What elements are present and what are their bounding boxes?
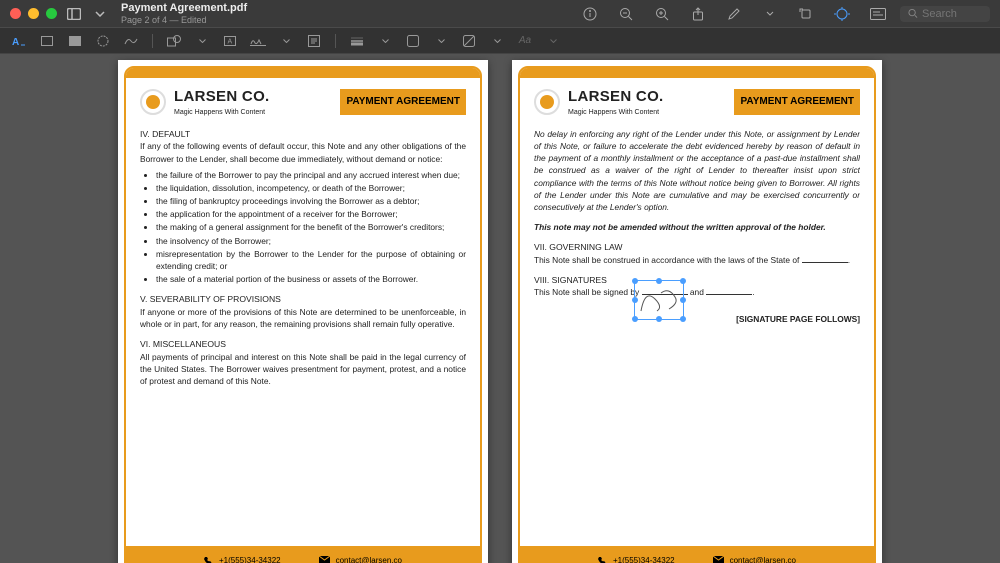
signature-line: This Note shall be signed by and . [534,286,860,298]
annotate-toolbar-icon[interactable] [832,4,852,24]
window-controls [10,8,57,19]
markup-pencil-icon[interactable] [724,4,744,24]
search-box[interactable] [900,6,990,22]
footer-phone: +1(555)34-34322 [598,556,675,563]
company-logo-icon [140,89,166,115]
mail-icon [319,556,330,563]
list-item: the sale of a material portion of the bu… [156,273,466,285]
company-logo-icon [534,89,560,115]
list-item: the liquidation, dissolution, incompeten… [156,182,466,194]
section-heading: VII. GOVERNING LAW [534,241,860,253]
pdf-page-2[interactable]: LARSEN CO. Magic Happens With Content PA… [118,60,488,563]
rotate-icon[interactable] [796,4,816,24]
zoom-in-icon[interactable] [652,4,672,24]
chevron-down-icon[interactable] [277,33,295,49]
blank-field [802,255,848,263]
close-window-button[interactable] [10,8,21,19]
search-input[interactable] [922,8,982,20]
text-tool-icon[interactable]: A [10,33,28,49]
info-icon[interactable] [580,4,600,24]
list-item: the making of a general assignment for t… [156,221,466,233]
rectangle-tool-icon[interactable] [38,33,56,49]
footer-phone: +1(555)34-34322 [204,556,281,563]
phone-icon [598,556,607,563]
chevron-down-icon[interactable] [376,33,394,49]
document-page-status: Page 2 of 4 — Edited [121,15,247,25]
signature-annotation-selected[interactable] [634,280,684,320]
list-item: the insolvency of the Borrower; [156,235,466,247]
list-item: the application for the appointment of a… [156,208,466,220]
body-text: If anyone or more of the provisions of t… [140,306,466,330]
section-heading: IV. DEFAULT [140,128,466,140]
fill-color-icon[interactable] [460,33,478,49]
company-name: LARSEN CO. [174,86,270,108]
search-icon [908,8,918,19]
chevron-down-icon[interactable] [432,33,450,49]
sign-tool-icon[interactable] [249,33,267,49]
zoom-window-button[interactable] [46,8,57,19]
section-heading: VI. MISCELLANEOUS [140,338,466,350]
footer-email: contact@larsen.co [713,556,796,563]
shapes-tool-icon[interactable] [165,33,183,49]
lasso-tool-icon[interactable] [94,33,112,49]
svg-text:A: A [228,38,233,45]
minimize-window-button[interactable] [28,8,39,19]
footer-email: contact@larsen.co [319,556,402,563]
note-tool-icon[interactable] [305,33,323,49]
signature-page-follows: [SIGNATURE PAGE FOLLOWS] [534,313,860,325]
body-text: This Note shall be construed in accordan… [534,254,860,266]
stroke-color-icon[interactable] [404,33,422,49]
document-filename: Payment Agreement.pdf [121,2,247,15]
chevron-down-small-icon[interactable] [760,4,780,24]
document-badge: PAYMENT AGREEMENT [734,89,860,116]
share-icon[interactable] [688,4,708,24]
list-item: the filing of bankruptcy proceedings inv… [156,195,466,207]
company-tagline: Magic Happens With Content [174,108,270,118]
resize-handle[interactable] [680,297,686,303]
window-titlebar: Payment Agreement.pdf Page 2 of 4 — Edit… [0,0,1000,28]
svg-text:A: A [12,37,19,47]
document-badge: PAYMENT AGREEMENT [340,89,466,116]
body-text-bold-italic: This note may not be amended without the… [534,221,860,233]
chevron-down-icon[interactable] [488,33,506,49]
redact-tool-icon[interactable] [66,33,84,49]
pdf-page-3[interactable]: LARSEN CO. Magic Happens With Content PA… [512,60,882,563]
annotation-toolbar: A A Aa [0,28,1000,54]
blank-field [706,287,752,295]
chevron-down-icon[interactable] [193,33,211,49]
chevron-down-icon[interactable] [544,33,562,49]
line-weight-icon[interactable] [348,33,366,49]
list-item: the failure of the Borrower to pay the p… [156,169,466,181]
document-title-block: Payment Agreement.pdf Page 2 of 4 — Edit… [121,2,247,25]
text-box-tool-icon[interactable]: A [221,33,239,49]
bullet-list: the failure of the Borrower to pay the p… [146,169,466,286]
chevron-down-icon[interactable] [91,5,109,23]
list-item: misrepresentation by the Borrower to the… [156,248,466,272]
body-text-italic: No delay in enforcing any right of the L… [534,128,860,213]
company-tagline: Magic Happens With Content [568,108,664,118]
body-text: If any of the following events of defaul… [140,140,466,164]
body-text: All payments of principal and interest o… [140,351,466,388]
mail-icon [713,556,724,563]
section-heading: V. SEVERABILITY OF PROVISIONS [140,293,466,305]
section-heading: VIII. SIGNATURES [534,274,860,286]
signature-mark-icon [635,281,685,321]
document-canvas[interactable]: LARSEN CO. Magic Happens With Content PA… [0,54,1000,563]
phone-icon [204,556,213,563]
sketch-tool-icon[interactable] [122,33,140,49]
company-name: LARSEN CO. [568,86,664,108]
form-icon[interactable] [868,4,888,24]
font-style-icon[interactable]: Aa [516,33,534,49]
sidebar-toggle-icon[interactable] [65,5,83,23]
zoom-out-icon[interactable] [616,4,636,24]
